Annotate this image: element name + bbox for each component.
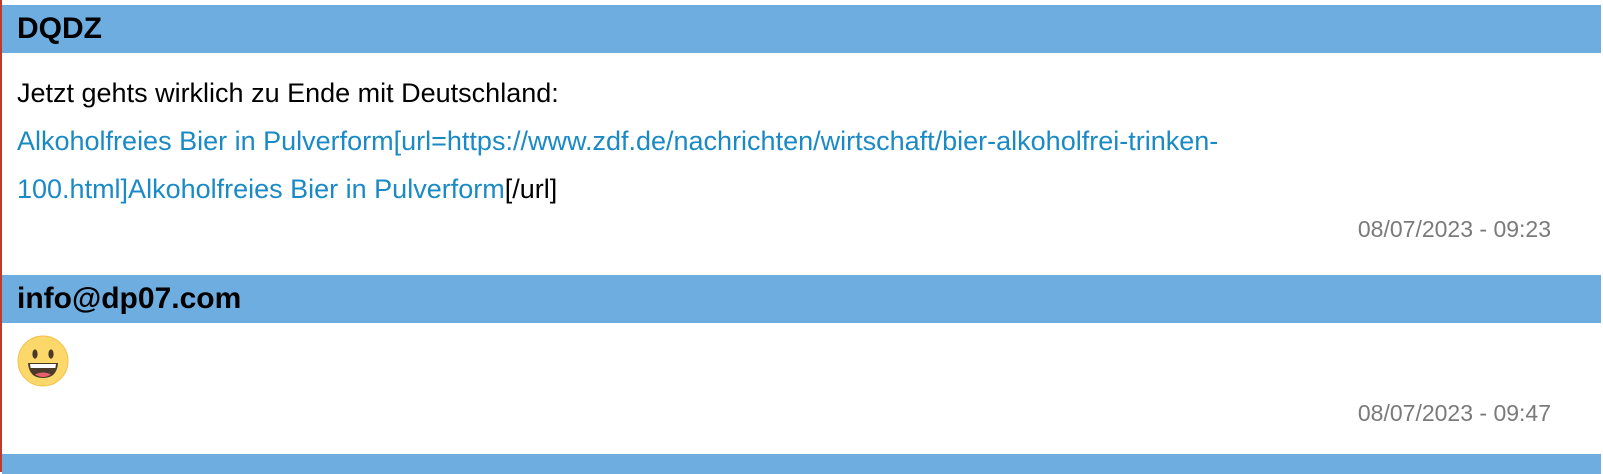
post-header: info@dp07.com — [2, 275, 1601, 323]
post-body: Jetzt gehts wirklich zu Ende mit Deutsch… — [2, 53, 1601, 204]
post-author[interactable]: DQDZ — [17, 12, 102, 46]
post: DQDZ Jetzt gehts wirklich zu Ende mit De… — [2, 5, 1601, 275]
post-author[interactable]: info@dp07.com — [17, 282, 241, 316]
post-text: Jetzt gehts wirklich zu Ende mit Deutsch… — [17, 78, 559, 108]
post-timestamp: 08/07/2023 - 09:47 — [1357, 400, 1551, 426]
post-text-tail: [/url] — [504, 174, 558, 204]
post: info@dp07.com 08/07/2023 - 09:47 — [2, 275, 1601, 454]
grinning-face-emoji-icon — [17, 335, 69, 387]
post-body — [2, 323, 1601, 401]
post-feed: DQDZ Jetzt gehts wirklich zu Ende mit De… — [2, 5, 1601, 474]
post-link[interactable]: 100.html]Alkoholfreies Bier in Pulverfor… — [17, 174, 505, 204]
post-header: DQDZ — [2, 5, 1601, 53]
post-timestamp: 08/07/2023 - 09:23 — [1357, 216, 1551, 242]
post-link[interactable]: Alkoholfreies Bier in Pulverform[url=htt… — [17, 126, 1218, 156]
next-post-header — [2, 454, 1601, 474]
post-link-line: Alkoholfreies Bier in Pulverform[url=htt… — [17, 117, 1586, 165]
